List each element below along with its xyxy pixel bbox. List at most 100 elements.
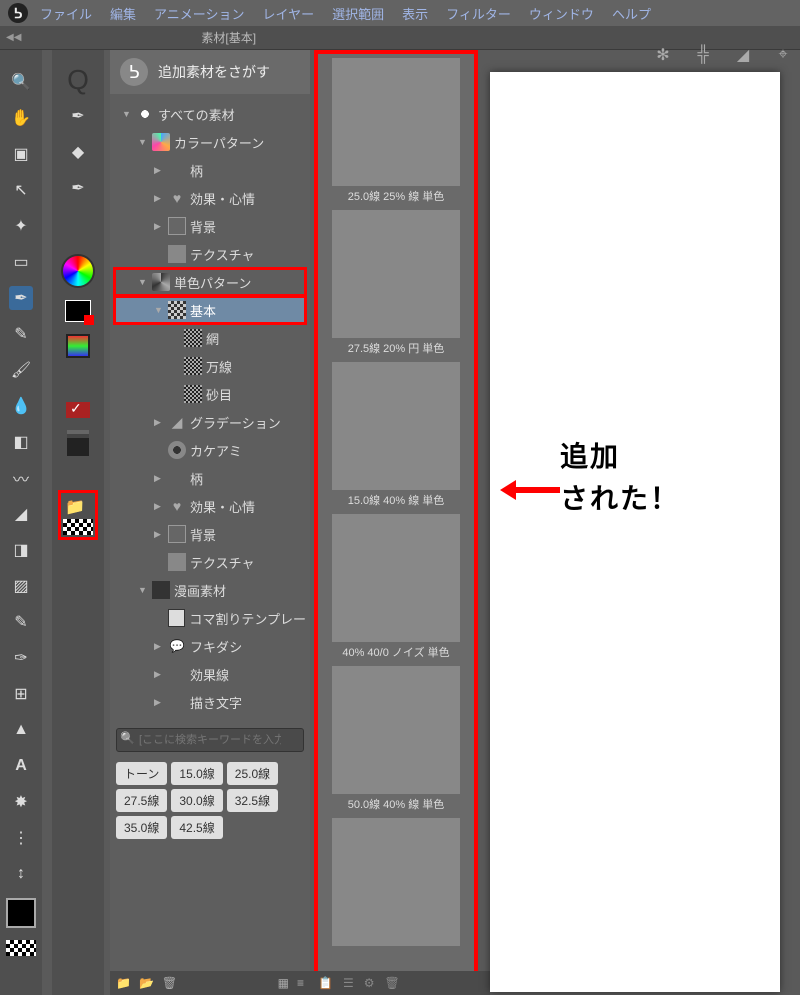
material-thumb[interactable]: 15.0線 40% 線 単色 xyxy=(326,362,466,508)
expand-arrow-icon[interactable]: ▼ xyxy=(154,305,164,315)
filter-tag[interactable]: 32.5線 xyxy=(227,789,278,812)
tree-item[interactable]: ▶背景 xyxy=(114,520,306,548)
expand-arrow-icon[interactable]: ▶ xyxy=(154,221,164,232)
target-icon[interactable]: ⌖ xyxy=(772,44,794,66)
wand-tool-icon[interactable]: ✦ xyxy=(9,214,33,238)
app-logo-icon[interactable]: ᕊ xyxy=(8,3,28,23)
loading-icon[interactable]: ✻ xyxy=(652,44,674,66)
expand-arrow-icon[interactable]: ▶ xyxy=(154,193,164,204)
expand-arrow-icon[interactable]: ▶ xyxy=(154,697,164,708)
expand-arrow-icon[interactable]: ▶ xyxy=(154,473,164,484)
cursor-tool-icon[interactable]: ↖ xyxy=(9,178,33,202)
search-input[interactable] xyxy=(116,728,304,752)
collapse-icon[interactable]: ◀◀ xyxy=(6,32,21,43)
trash-icon[interactable]: 🗑 xyxy=(384,976,399,990)
tree-item[interactable]: ▶効果・心情 xyxy=(114,184,306,212)
filter-tag[interactable]: 30.0線 xyxy=(171,789,222,812)
expand-arrow-icon[interactable]: ▶ xyxy=(154,165,164,176)
tree-item[interactable]: 網 xyxy=(114,324,306,352)
object-tool-icon[interactable]: ▣ xyxy=(9,142,33,166)
filter-tag[interactable]: 25.0線 xyxy=(227,762,278,785)
menu-filter[interactable]: フィルター xyxy=(440,2,517,25)
bg-pattern-swatch[interactable] xyxy=(6,940,36,956)
tree-item[interactable]: コマ割りテンプレー xyxy=(114,604,306,632)
zoom-tool-icon[interactable]: 🔍 xyxy=(9,70,33,94)
correct-tool-icon[interactable]: ✎ xyxy=(9,610,33,634)
filter-tag[interactable]: トーン xyxy=(116,762,167,785)
align-icon[interactable]: ╬ xyxy=(692,44,714,66)
scroll-tool-icon[interactable]: ↕ xyxy=(9,862,33,886)
tree-item[interactable]: 砂目 xyxy=(114,380,306,408)
fill-tool-icon[interactable]: ◢ xyxy=(9,502,33,526)
grid-view-icon[interactable]: ▦ xyxy=(278,976,289,990)
tree-item[interactable]: ▶柄 xyxy=(114,464,306,492)
tree-item[interactable]: ▶柄 xyxy=(114,156,306,184)
marquee-tool-icon[interactable]: ▭ xyxy=(9,250,33,274)
expand-arrow-icon[interactable]: ▶ xyxy=(154,669,164,680)
filter-tag[interactable]: 42.5線 xyxy=(171,816,222,839)
shape-tool-icon[interactable]: ▲ xyxy=(9,718,33,742)
burst-tool-icon[interactable]: ✸ xyxy=(9,790,33,814)
list-view-icon[interactable]: ≡ xyxy=(297,976,304,990)
highlighted-material-button[interactable]: 📁 xyxy=(58,490,98,540)
ruler-tool-icon[interactable]: ⊞ xyxy=(9,682,33,706)
expand-arrow-icon[interactable]: ▼ xyxy=(122,109,132,119)
expand-arrow-icon[interactable]: ▶ xyxy=(154,529,164,540)
menu-animation[interactable]: アニメーション xyxy=(148,2,250,25)
gradient-tool-icon[interactable]: ◨ xyxy=(9,538,33,562)
material-thumb[interactable]: 50.0線 40% 線 単色 xyxy=(326,666,466,812)
tree-item[interactable]: テクスチャ xyxy=(114,548,306,576)
menu-edit[interactable]: 編集 xyxy=(104,2,142,25)
props-icon[interactable]: ☰ xyxy=(343,976,354,990)
misc-tool-icon[interactable]: ⋮ xyxy=(9,826,33,850)
menu-window[interactable]: ウィンドウ xyxy=(523,2,600,25)
expand-arrow-icon[interactable]: ▶ xyxy=(154,641,164,652)
menu-selection[interactable]: 選択範囲 xyxy=(326,2,390,25)
material-thumb[interactable] xyxy=(326,818,466,948)
menu-file[interactable]: ファイル xyxy=(34,2,98,25)
tone-tool-icon[interactable]: ▨ xyxy=(9,574,33,598)
expand-arrow-icon[interactable]: ▶ xyxy=(154,417,164,428)
subtool-nib-icon[interactable]: ✒ xyxy=(66,176,90,200)
expand-arrow-icon[interactable]: ▼ xyxy=(138,277,148,287)
tree-item[interactable]: ▼漫画素材 xyxy=(114,576,306,604)
material-thumb[interactable]: 40% 40/0 ノイズ 単色 xyxy=(326,514,466,660)
subtool-pen-icon[interactable]: ✒ xyxy=(66,104,90,128)
tree-item[interactable]: ▼すべての素材 xyxy=(114,100,306,128)
spray-tool-icon[interactable]: 💧 xyxy=(9,394,33,418)
approve-icon[interactable] xyxy=(66,402,90,418)
blend-tool-icon[interactable]: 〰 xyxy=(9,466,33,490)
subtool-dark-icon[interactable]: ◆ xyxy=(66,140,90,164)
filter-tag[interactable]: 27.5線 xyxy=(116,789,167,812)
tree-item[interactable]: ▼基本 xyxy=(114,296,306,324)
menu-layer[interactable]: レイヤー xyxy=(257,2,321,25)
canvas-area[interactable] xyxy=(490,72,780,992)
fg-color-swatch[interactable] xyxy=(6,898,36,928)
fill-icon[interactable]: ◢ xyxy=(732,44,754,66)
move-tool-icon[interactable]: ✋ xyxy=(9,106,33,130)
expand-arrow-icon[interactable]: ▼ xyxy=(138,585,148,595)
filter-tag[interactable]: 15.0線 xyxy=(171,762,222,785)
menu-help[interactable]: ヘルプ xyxy=(606,2,657,25)
brush-tool-icon[interactable]: 🖌 xyxy=(9,358,33,382)
text-tool-icon[interactable]: A xyxy=(9,754,33,778)
pen-tool-icon[interactable]: ✒ xyxy=(9,286,33,310)
expand-arrow-icon[interactable]: ▼ xyxy=(138,137,148,147)
delete-icon[interactable]: 🗑 xyxy=(162,976,177,990)
tree-item[interactable]: ▶効果・心情 xyxy=(114,492,306,520)
paste-icon[interactable]: 📋 xyxy=(318,976,333,990)
tree-item[interactable]: ▼カラーパターン xyxy=(114,128,306,156)
color-set-icon[interactable] xyxy=(66,334,90,358)
tree-item[interactable]: ▶描き文字 xyxy=(114,688,306,716)
tree-item[interactable]: ▶フキダシ xyxy=(114,632,306,660)
expand-arrow-icon[interactable]: ▶ xyxy=(154,501,164,512)
material-thumb[interactable]: 27.5線 20% 円 単色 xyxy=(326,210,466,356)
pencil-tool-icon[interactable]: ✎ xyxy=(9,322,33,346)
quick-access-icon[interactable]: Q xyxy=(66,68,90,92)
color-indicator-icon[interactable] xyxy=(65,300,91,322)
folder-icon[interactable]: 📁 xyxy=(116,976,131,990)
tree-item[interactable]: ▶背景 xyxy=(114,212,306,240)
filter-tag[interactable]: 35.0線 xyxy=(116,816,167,839)
material-thumb[interactable]: 25.0線 25% 線 単色 xyxy=(326,58,466,204)
tree-item[interactable]: カケアミ xyxy=(114,436,306,464)
